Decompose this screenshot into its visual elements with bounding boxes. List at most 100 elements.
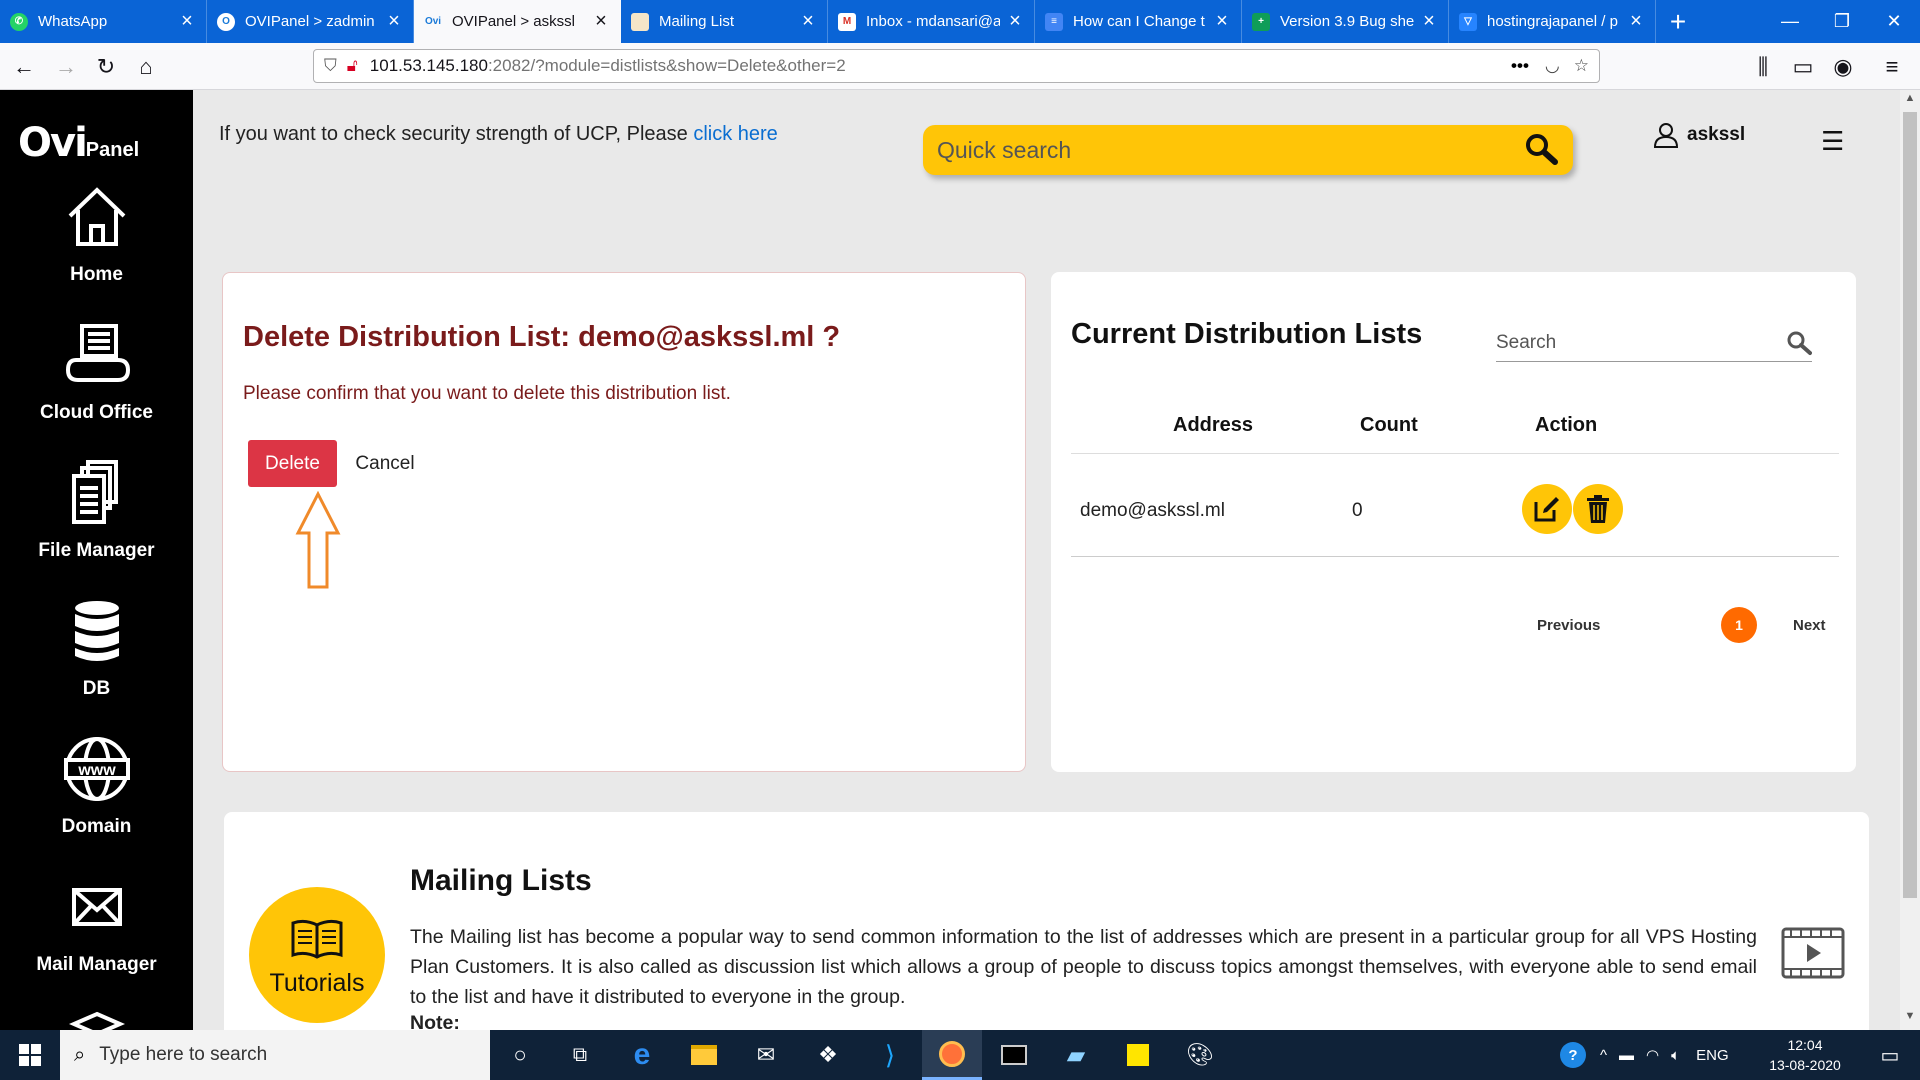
notifications-icon[interactable]: ▭ (1860, 1030, 1920, 1080)
search-icon[interactable] (1786, 330, 1812, 356)
address-bar[interactable]: ⛉ 🔓︎ 101.53.145.180:2082/?module=distlis… (313, 49, 1600, 83)
close-icon[interactable]: × (1420, 10, 1438, 33)
language-indicator[interactable]: ENG (1696, 1047, 1729, 1064)
database-icon (74, 601, 119, 661)
windows-start-icon[interactable] (0, 1030, 60, 1080)
pocket-icon[interactable]: ◡ (1545, 56, 1560, 76)
visual-studio-code-icon[interactable]: ⟩ (860, 1030, 920, 1080)
mail-app-icon[interactable]: ✉ (736, 1030, 796, 1080)
task-view-icon[interactable]: ⧉ (550, 1030, 610, 1080)
ovipanel-logo[interactable]: OviPanel (18, 120, 139, 166)
close-icon[interactable]: × (1006, 10, 1024, 33)
dropbox-icon[interactable]: ❖ (798, 1030, 858, 1080)
notepad-icon[interactable]: ▰ (1046, 1030, 1106, 1080)
restore-icon[interactable]: ❐ (1816, 0, 1868, 43)
logo-small: Panel (85, 139, 140, 161)
terminal-icon[interactable] (984, 1030, 1044, 1080)
bookmark-star-icon[interactable]: ☆ (1574, 56, 1589, 76)
new-tab-button[interactable]: + (1656, 0, 1700, 43)
scroll-down-icon[interactable]: ▼ (1900, 1010, 1920, 1028)
mailing-lists-info-card: Tutorials Mailing Lists The Mailing list… (224, 812, 1869, 1030)
page-actions-icon[interactable]: ••• (1511, 56, 1529, 76)
user-icon (1653, 123, 1679, 148)
shield-icon[interactable]: ⛉ (324, 56, 337, 76)
tab-ovipanel-askssl[interactable]: Ovi OVIPanel > askssl × (414, 0, 621, 43)
paint-icon[interactable]: 🎨︎ (1170, 1030, 1230, 1080)
scrollbar-thumb[interactable] (1903, 112, 1917, 898)
bitbucket-icon: ▽ (1459, 12, 1477, 31)
menu-icon[interactable]: ≡ (1876, 51, 1908, 83)
cloud-office-icon (65, 324, 130, 382)
delete-button[interactable]: Delete (248, 440, 337, 487)
help-icon[interactable]: ? (1560, 1042, 1586, 1068)
edit-button[interactable] (1522, 484, 1572, 534)
tab-google-doc[interactable]: ≡ How can I Change t × (1035, 0, 1242, 43)
sidebar-item-more[interactable] (0, 1008, 193, 1030)
sidebar-item-file-manager[interactable]: File Manager (0, 458, 193, 562)
google-docs-icon: ≡ (1045, 12, 1063, 31)
wifi-icon[interactable]: ◠ (1646, 1046, 1659, 1064)
insecure-lock-icon[interactable]: 🔓︎ (347, 56, 358, 76)
tab-mailing-list[interactable]: Mailing List × (621, 0, 828, 43)
tab-label: How can I Change t (1073, 13, 1205, 30)
security-check-link[interactable]: click here (693, 123, 777, 145)
tutorials-badge[interactable]: Tutorials (249, 887, 385, 1023)
sidebar-toggle-icon[interactable]: ▭ (1787, 51, 1819, 83)
sidebar-item-db[interactable]: DB (0, 596, 193, 700)
taskbar-clock[interactable]: 12:04 13-08-2020 (1760, 1035, 1850, 1075)
security-text: If you want to check security strength o… (219, 123, 694, 145)
scroll-up-icon[interactable]: ▲ (1900, 92, 1920, 110)
sticky-notes-icon[interactable] (1108, 1030, 1168, 1080)
close-icon[interactable]: × (799, 10, 817, 33)
close-icon[interactable]: × (1627, 10, 1645, 33)
cortana-icon[interactable]: ○ (490, 1030, 550, 1080)
list-search-input[interactable] (1496, 331, 1786, 354)
home-nav-icon[interactable]: ⌂ (130, 51, 162, 83)
pager-next[interactable]: Next (1793, 617, 1826, 634)
page-scrollbar[interactable]: ▲ ▼ (1900, 90, 1920, 1030)
tab-whatsapp[interactable]: ✆ WhatsApp × (0, 0, 207, 43)
account-icon[interactable]: ◉ (1827, 51, 1859, 83)
back-icon[interactable]: ← (8, 51, 40, 83)
user-menu[interactable]: askssl (1653, 122, 1745, 148)
sidebar-item-home[interactable]: Home (0, 182, 193, 286)
minimize-icon[interactable]: — (1764, 0, 1816, 43)
quick-search-bar (923, 125, 1573, 175)
close-icon[interactable]: × (178, 10, 196, 33)
tab-bitbucket[interactable]: ▽ hostingrajapanel / p × (1449, 0, 1656, 43)
tray-chevron-icon[interactable]: ^ (1600, 1047, 1607, 1064)
tab-google-sheet[interactable]: + Version 3.9 Bug shee × (1242, 0, 1449, 43)
video-icon[interactable] (1781, 927, 1845, 979)
library-icon[interactable]: ⫼ (1747, 51, 1779, 83)
hamburger-menu-icon[interactable]: ☰ (1821, 126, 1844, 157)
close-icon[interactable]: × (592, 10, 610, 33)
volume-icon[interactable]: 🔈︎ (1671, 1047, 1680, 1064)
file-explorer-icon[interactable] (674, 1030, 734, 1080)
pointer-arrow-icon (295, 491, 341, 589)
pager-current-page[interactable]: 1 (1721, 607, 1757, 643)
battery-icon[interactable]: ▬ (1619, 1047, 1634, 1064)
browser-nav-bar: ← → ↻ ⌂ ⛉ 🔓︎ 101.53.145.180:2082/?module… (0, 43, 1920, 90)
sidebar-item-cloud-office[interactable]: Cloud Office (0, 320, 193, 424)
reload-icon[interactable]: ↻ (90, 51, 122, 83)
tab-ovipanel-zadmin[interactable]: O OVIPanel > zadmin × (207, 0, 414, 43)
pager-previous[interactable]: Previous (1537, 617, 1600, 634)
tab-label: Inbox - mdansari@a (866, 13, 1000, 30)
firefox-icon[interactable] (922, 1030, 982, 1080)
sidebar-item-domain[interactable]: www Domain (0, 734, 193, 838)
window-close-icon[interactable]: ✕ (1868, 0, 1920, 43)
close-icon[interactable]: × (1213, 10, 1231, 33)
distribution-lists-card: Current Distribution Lists Address Count… (1051, 272, 1856, 772)
taskbar-search-input[interactable] (99, 1044, 460, 1066)
cancel-button[interactable]: Cancel (345, 440, 425, 487)
tab-inbox[interactable]: M Inbox - mdansari@a × (828, 0, 1035, 43)
close-icon[interactable]: × (385, 10, 403, 33)
windows-taskbar: ⌕ ○ ⧉ e ✉ ❖ ⟩ ▰ 🎨︎ ? ^ ▬ ◠ 🔈︎ ENG 12:04 … (0, 1030, 1920, 1080)
edge-icon[interactable]: e (612, 1030, 672, 1080)
search-icon[interactable] (1523, 132, 1559, 168)
forward-icon[interactable]: → (50, 51, 82, 83)
column-header-action: Action (1535, 414, 1598, 436)
delete-row-button[interactable] (1573, 484, 1623, 534)
sidebar-item-mail-manager[interactable]: Mail Manager (0, 872, 193, 976)
quick-search-input[interactable] (937, 136, 1523, 164)
